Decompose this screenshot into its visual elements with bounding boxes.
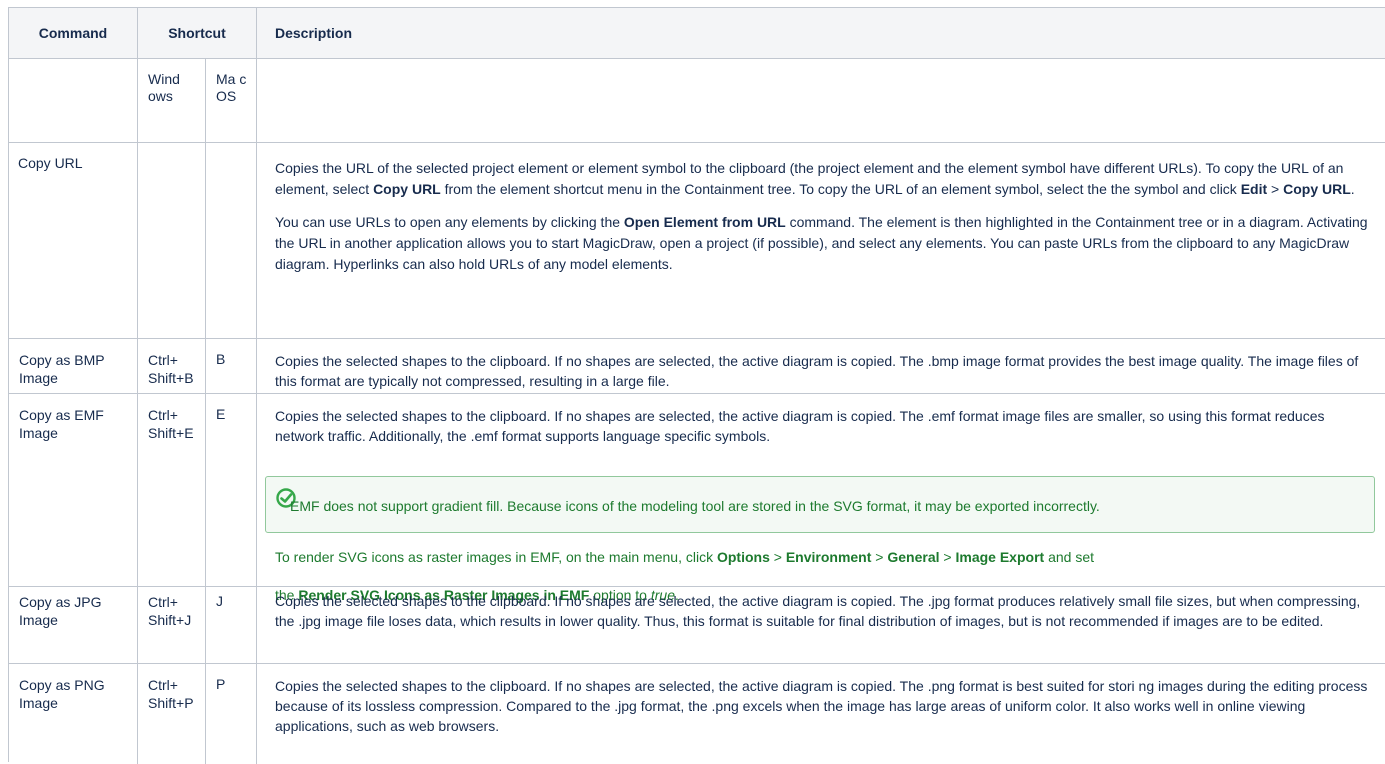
table-subheader-row: Wind ows Ma c OS (9, 59, 1385, 143)
windows-shortcut-cell: Ctrl+ Shift+J (138, 587, 206, 663)
command-cell: Copy as EMF Image (9, 394, 138, 586)
description-paragraph: Copies the URL of the selected project e… (275, 160, 1355, 197)
command-cell: Copy as BMP Image (9, 339, 138, 393)
windows-shortcut-cell: Ctrl+ Shift+P (138, 664, 206, 764)
windows-shortcut-cell (138, 143, 206, 338)
description-cell: Copies the URL of the selected project e… (257, 143, 1385, 338)
mac-shortcut-cell: P (206, 664, 257, 764)
table-row: Copy as EMF Image Ctrl+ Shift+E E Copies… (9, 394, 1385, 603)
description-cell: Copies the selected shapes to the clipbo… (275, 593, 1361, 629)
column-header-command: Command (9, 8, 138, 58)
column-header-shortcut: Shortcut (138, 8, 257, 58)
command-cell: Copy URL (9, 143, 138, 338)
table-row: Copy as JPG Image Ctrl+ Shift+J J Copies… (9, 586, 1385, 664)
column-header-description: Description (275, 25, 353, 41)
table-row: Copy URL Copies the URL of the selected … (9, 143, 1385, 339)
mac-shortcut-cell: B (206, 339, 257, 393)
description-cell: Copies the selected shapes to the clipbo… (275, 678, 1368, 734)
table-row: Copy as PNG Image Ctrl+ Shift+P P Copies… (9, 664, 1385, 764)
windows-shortcut-cell: Ctrl+ Shift+B (138, 339, 206, 393)
description-cell: Copies the selected shapes to the clipbo… (257, 394, 1385, 603)
description-paragraph: You can use URLs to open any elements by… (275, 214, 1368, 272)
mac-shortcut-cell: J (206, 587, 257, 663)
mac-shortcut-cell: E (206, 394, 257, 586)
command-cell: Copy as JPG Image (9, 587, 138, 663)
success-note-panel: EMF does not support gradient fill. Beca… (265, 476, 1375, 533)
description-cell: Copies the selected shapes to the clipbo… (275, 353, 1359, 389)
subheader-windows: Wind ows (138, 59, 206, 142)
command-cell: Copy as PNG Image (9, 664, 138, 764)
note-text: EMF does not support gradient fill. Beca… (290, 498, 1100, 514)
mac-shortcut-cell (206, 143, 257, 338)
note-paragraph: To render SVG icons as raster images in … (275, 549, 1095, 603)
shortcuts-table: Command Shortcut Description Wind ows Ma… (8, 7, 1385, 764)
subheader-mac: Ma c OS (206, 59, 257, 142)
table-row: Copy as BMP Image Ctrl+ Shift+B B Copies… (9, 339, 1385, 394)
subheader-command-cell (9, 59, 138, 142)
windows-shortcut-cell: Ctrl+ Shift+E (138, 394, 206, 586)
subheader-description-cell (257, 59, 1385, 142)
table-header-row: Command Shortcut Description (9, 8, 1385, 59)
description-text: Copies the selected shapes to the clipbo… (275, 408, 1325, 444)
